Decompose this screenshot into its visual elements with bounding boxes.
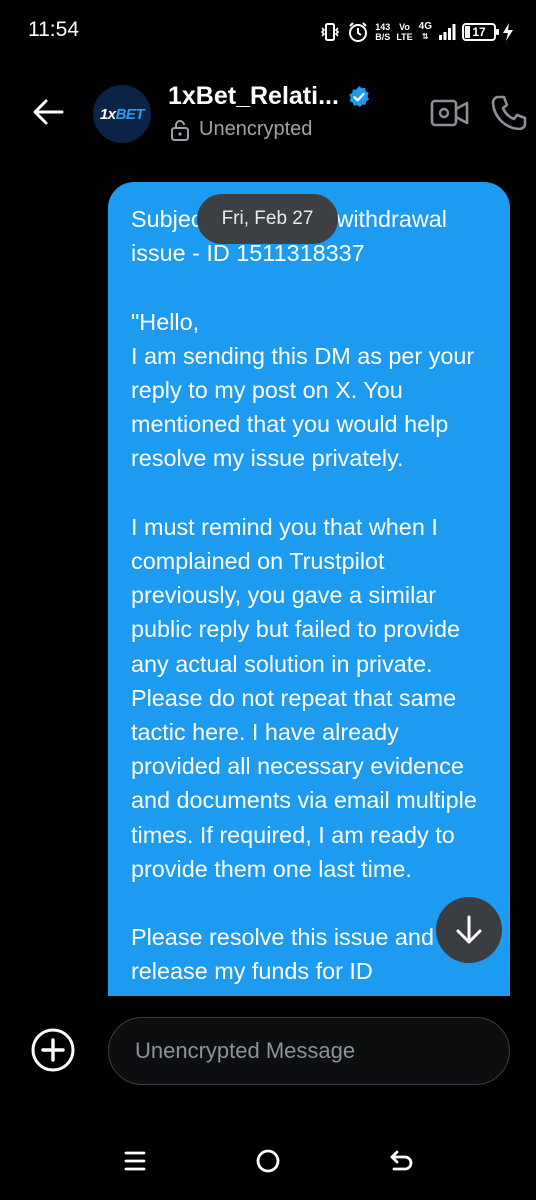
conversation-header: 1x BET 1xBet_Relati... Unencrypted xyxy=(0,62,536,162)
arrow-left-icon xyxy=(33,99,64,125)
network-type-label: 4G xyxy=(418,21,432,32)
status-icons: 143 B/S Vo LTE 4G ⇅ 17 xyxy=(319,14,514,50)
arrow-down-icon xyxy=(456,915,482,944)
status-bar: 11:54 143 B/S Vo LTE 4G ⇅ 17 xyxy=(0,0,536,62)
scroll-to-bottom-button[interactable] xyxy=(436,897,502,963)
message-input[interactable] xyxy=(108,1017,510,1085)
avatar[interactable]: 1x BET xyxy=(93,85,151,143)
encryption-label: Unencrypted xyxy=(199,118,313,140)
back-curve-icon xyxy=(390,1150,413,1171)
system-back-button[interactable] xyxy=(388,1148,416,1174)
date-separator: Fri, Feb 27 xyxy=(197,194,338,244)
plus-circle-icon xyxy=(31,1028,75,1072)
verified-badge-icon xyxy=(349,85,369,107)
network-speed: 143 B/S xyxy=(375,22,390,42)
video-call-button[interactable] xyxy=(430,96,470,130)
phone-icon xyxy=(491,95,527,131)
add-attachment-button[interactable] xyxy=(30,1027,76,1073)
menu-lines-icon xyxy=(124,1151,146,1171)
network-speed-value: 143 xyxy=(375,22,391,32)
data-arrows-icon: ⇅ xyxy=(421,32,429,41)
home-circle-icon xyxy=(256,1149,280,1173)
system-nav-bar xyxy=(0,1130,536,1200)
volte-top: Vo xyxy=(399,22,410,32)
home-button[interactable] xyxy=(255,1148,281,1174)
avatar-text-1x: 1x xyxy=(99,105,116,123)
network-type: 4G ⇅ xyxy=(419,22,432,42)
back-button[interactable] xyxy=(28,92,68,132)
network-speed-unit: B/S xyxy=(375,32,391,42)
battery-indicator: 17 xyxy=(462,23,499,41)
battery-level: 17 xyxy=(472,25,486,39)
volte-indicator: Vo LTE xyxy=(396,22,412,42)
vibrate-icon xyxy=(319,22,341,42)
signal-icon xyxy=(438,23,456,41)
charging-icon xyxy=(502,22,514,42)
message-text: Subject: Regarding withdrawal issue - ID… xyxy=(131,206,477,985)
contact-name-row[interactable]: 1xBet_Relati... xyxy=(168,82,371,111)
voice-call-button[interactable] xyxy=(490,94,528,132)
alarm-icon xyxy=(347,21,369,43)
encryption-status: Unencrypted xyxy=(170,118,312,141)
battery-fill xyxy=(465,26,471,38)
volte-bottom: LTE xyxy=(396,32,413,42)
message-composer xyxy=(0,1000,536,1110)
message-bubble[interactable]: Subject: Regarding withdrawal issue - ID… xyxy=(108,182,510,996)
message-list[interactable]: Subject: Regarding withdrawal issue - ID… xyxy=(0,162,536,996)
contact-name[interactable]: 1xBet_Relati... xyxy=(168,82,339,111)
lock-open-icon xyxy=(171,119,189,141)
video-call-icon xyxy=(430,99,469,127)
recents-button[interactable] xyxy=(122,1148,148,1174)
avatar-text-bet: BET xyxy=(115,105,145,123)
status-time: 11:54 xyxy=(28,18,79,41)
